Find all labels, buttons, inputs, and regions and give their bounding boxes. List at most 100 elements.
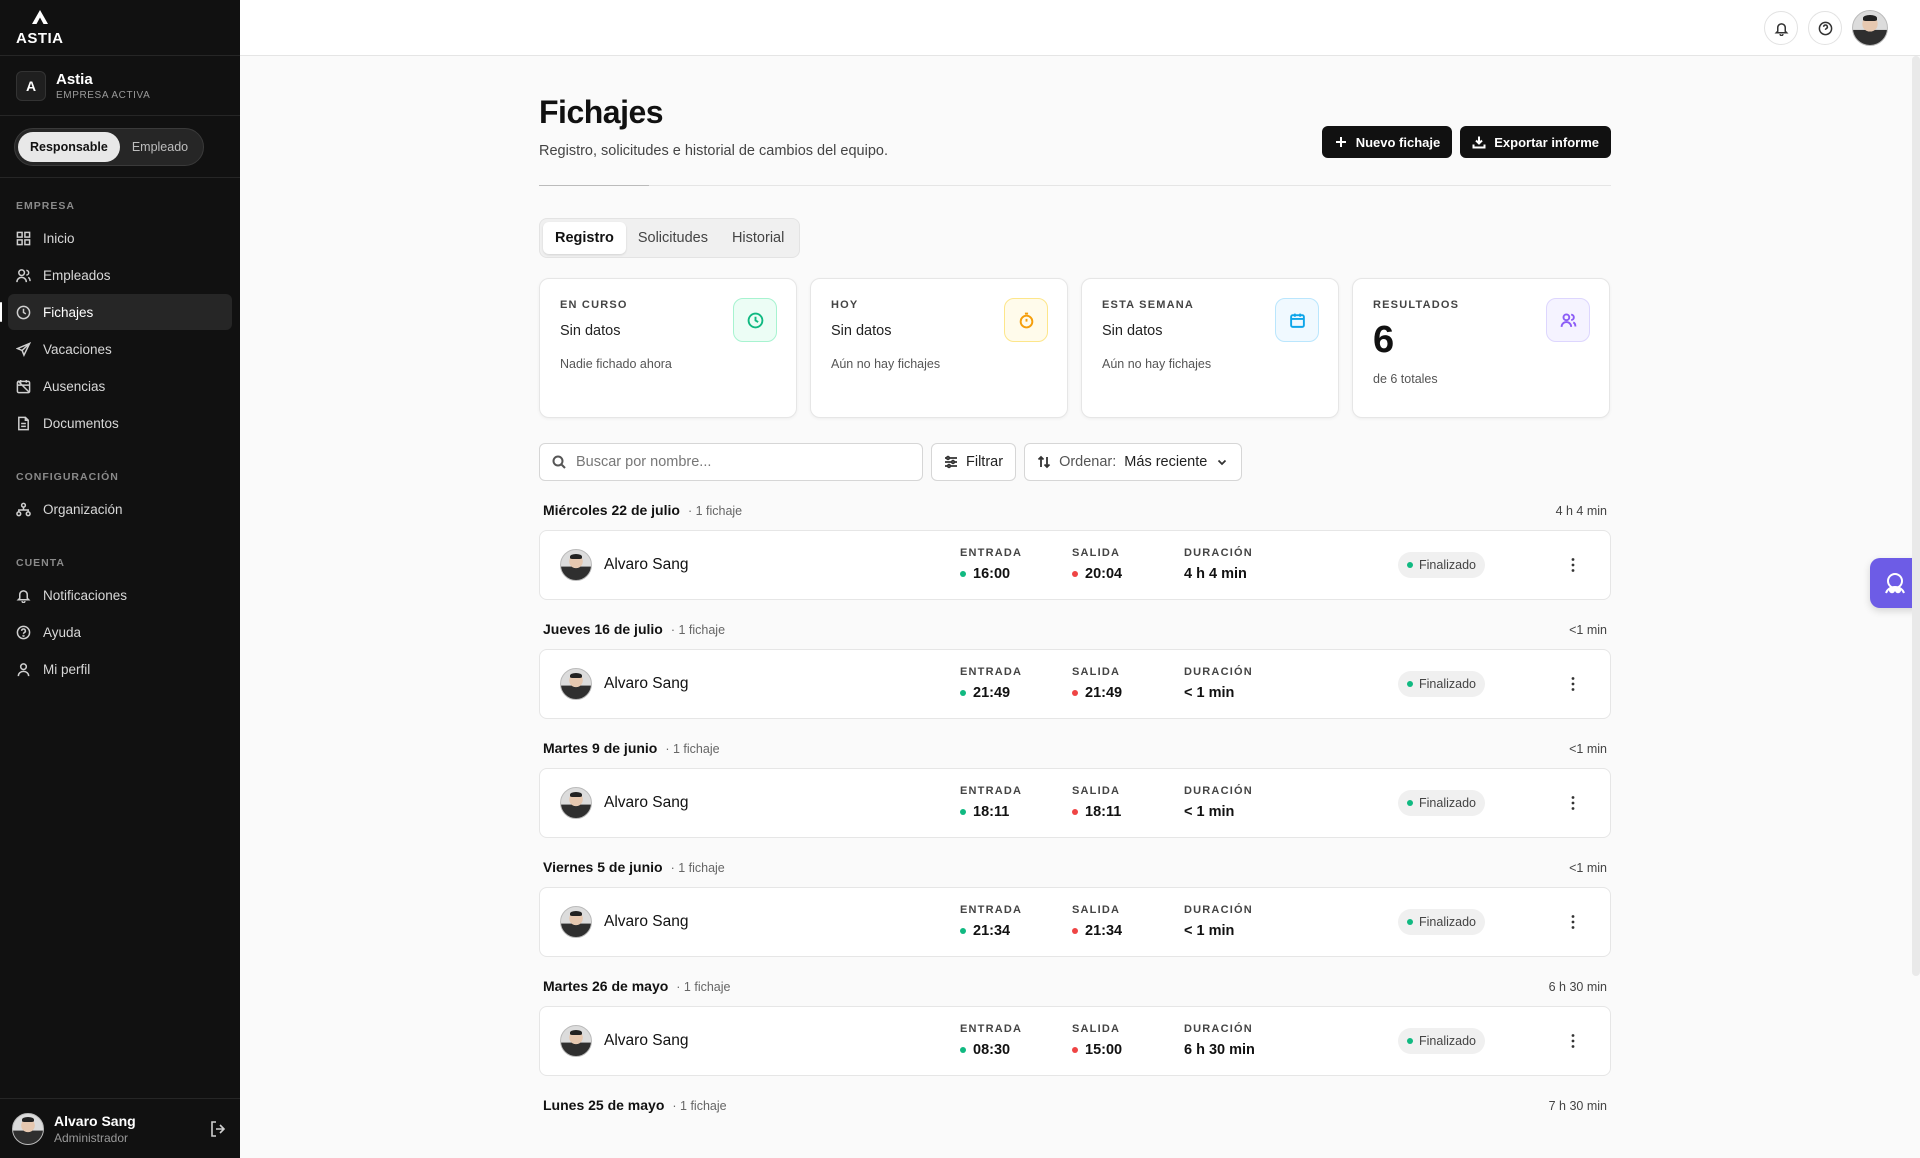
more-options-icon[interactable] xyxy=(1564,675,1582,693)
entry-duration-value: 4 h 4 min xyxy=(1184,566,1247,582)
more-options-icon[interactable] xyxy=(1564,1032,1582,1050)
sidebar-item-notificaciones[interactable]: Notificaciones xyxy=(8,577,232,613)
stat-card-resultados: RESULTADOS 6 de 6 totales xyxy=(1352,278,1610,418)
sidebar-item-organizacion[interactable]: Organización xyxy=(8,491,232,527)
sidebar-item-ausencias[interactable]: Ausencias xyxy=(8,368,232,404)
user-role: Administrador xyxy=(54,1130,129,1145)
download-icon xyxy=(1472,136,1486,149)
avatar xyxy=(560,787,592,819)
group-date: Viernes 5 de junio xyxy=(543,859,663,875)
status-badge: Finalizado xyxy=(1398,909,1485,935)
col-label: ENTRADA xyxy=(960,666,1023,678)
export-report-button[interactable]: Exportar informe xyxy=(1460,126,1611,158)
entry-in-value: 08:30 xyxy=(973,1042,1011,1058)
out-dot-icon xyxy=(1072,1047,1078,1053)
more-options-icon[interactable] xyxy=(1564,913,1582,931)
stat-card-hoy: HOY Sin datos Aún no hay fichajes xyxy=(810,278,1068,418)
stats-row: EN CURSO Sin datos Nadie fichado ahora H… xyxy=(539,278,1611,418)
brand-logo[interactable]: ASTIA xyxy=(0,0,240,56)
tab-registro[interactable]: Registro xyxy=(543,222,626,254)
entry-duration-value: < 1 min xyxy=(1184,923,1235,939)
status-label: Finalizado xyxy=(1419,558,1476,572)
sidebar-item-label: Empleados xyxy=(43,267,111,283)
table-row[interactable]: Alvaro Sang ENTRADA 16:00 SALIDA 20:04 D… xyxy=(539,530,1611,600)
group-header: Lunes 25 de mayo · 1 fichaje 7 h 30 min xyxy=(539,1097,1611,1115)
current-user[interactable]: Alvaro Sang Administrador xyxy=(0,1098,240,1158)
company-name: Astia xyxy=(56,70,93,88)
entry-duration: DURACIÓN 4 h 4 min xyxy=(1184,547,1253,582)
nav-section-cuenta: CUENTA xyxy=(16,557,65,569)
sort-select[interactable]: Ordenar: Más reciente xyxy=(1024,443,1243,481)
sidebar-item-mi-perfil[interactable]: Mi perfil xyxy=(8,651,232,687)
entry-out: SALIDA 21:34 xyxy=(1072,904,1122,939)
plus-icon xyxy=(1335,137,1346,147)
table-row[interactable]: Alvaro Sang ENTRADA 18:11 SALIDA 18:11 D… xyxy=(539,768,1611,838)
table-row[interactable]: Alvaro Sang ENTRADA 21:34 SALIDA 21:34 D… xyxy=(539,887,1611,957)
entry-in-value: 16:00 xyxy=(973,566,1011,582)
avatar xyxy=(560,549,592,581)
group-date: Martes 9 de junio xyxy=(543,740,658,756)
avatar xyxy=(12,1112,44,1145)
col-label: SALIDA xyxy=(1072,785,1121,797)
sidebar-item-fichajes[interactable]: Fichajes xyxy=(0,294,232,330)
role-empleado-button[interactable]: Empleado xyxy=(120,132,200,162)
sidebar-item-inicio[interactable]: Inicio xyxy=(8,220,232,256)
status-label: Finalizado xyxy=(1419,915,1476,929)
notifications-button[interactable] xyxy=(1764,11,1798,45)
group-header: Martes 26 de mayo · 1 fichaje 6 h 30 min xyxy=(539,978,1611,996)
group-total: 7 h 30 min xyxy=(1548,1099,1607,1113)
tab-solicitudes[interactable]: Solicitudes xyxy=(626,222,720,254)
company-switcher[interactable]: A Astia EMPRESA ACTIVA xyxy=(0,56,240,116)
document-icon xyxy=(18,416,29,430)
col-label: SALIDA xyxy=(1072,904,1121,916)
bell-icon xyxy=(16,589,31,603)
status-badge: Finalizado xyxy=(1398,1028,1485,1054)
status-dot-icon xyxy=(1407,800,1413,806)
stat-note: Aún no hay fichajes xyxy=(1102,357,1212,371)
help-button[interactable] xyxy=(1808,11,1842,45)
entry-in: ENTRADA 16:00 xyxy=(960,547,1022,582)
clock-icon xyxy=(16,305,31,319)
calendar-off-icon xyxy=(16,379,31,393)
col-label: ENTRADA xyxy=(960,1023,1023,1035)
bell-icon xyxy=(1774,22,1788,36)
sidebar-item-ayuda[interactable]: Ayuda xyxy=(8,614,232,650)
page-scrollbar[interactable] xyxy=(1912,56,1920,976)
col-label: SALIDA xyxy=(1072,666,1121,678)
sidebar-item-label: Notificaciones xyxy=(43,587,128,603)
filter-button[interactable]: Filtrar xyxy=(931,443,1017,481)
table-row[interactable]: Alvaro Sang ENTRADA 08:30 SALIDA 15:00 D… xyxy=(539,1006,1611,1076)
new-entry-button[interactable]: Nuevo fichaje xyxy=(1321,126,1453,158)
sidebar-item-vacaciones[interactable]: Vacaciones xyxy=(8,331,232,367)
group-header: Viernes 5 de junio · 1 fichaje <1 min xyxy=(539,859,1611,877)
main-content: Fichajes Registro, solicitudes e histori… xyxy=(539,56,1611,1115)
stat-note: Nadie fichado ahora xyxy=(560,357,672,371)
sort-value: Más reciente xyxy=(1124,454,1208,470)
group-header: Martes 9 de junio · 1 fichaje <1 min xyxy=(539,740,1611,758)
search-box xyxy=(539,443,923,481)
logout-icon[interactable] xyxy=(208,1119,228,1139)
more-options-icon[interactable] xyxy=(1564,794,1582,812)
sidebar-item-empleados[interactable]: Empleados xyxy=(8,257,232,293)
sidebar-item-documentos[interactable]: Documentos xyxy=(8,405,232,441)
help-icon xyxy=(16,625,31,639)
entry-in: ENTRADA 18:11 xyxy=(960,785,1022,820)
role-responsable-button[interactable]: Responsable xyxy=(18,131,120,162)
status-badge: Finalizado xyxy=(1398,671,1485,697)
profile-avatar-button[interactable] xyxy=(1852,10,1888,46)
sidebar-item-label: Ayuda xyxy=(43,624,82,640)
out-dot-icon xyxy=(1072,928,1078,934)
tab-historial[interactable]: Historial xyxy=(720,222,796,254)
entry-out-value: 15:00 xyxy=(1085,1042,1123,1058)
entry-out: SALIDA 15:00 xyxy=(1072,1023,1122,1058)
col-label: ENTRADA xyxy=(960,547,1023,559)
table-row[interactable]: Alvaro Sang ENTRADA 21:49 SALIDA 21:49 D… xyxy=(539,649,1611,719)
search-input[interactable] xyxy=(576,454,896,470)
sidebar-item-label: Ausencias xyxy=(43,378,106,394)
header-divider xyxy=(539,185,1611,186)
entries-list: Miércoles 22 de julio · 1 fichaje 4 h 4 m… xyxy=(539,502,1611,1115)
group-count: · 1 fichaje xyxy=(670,623,726,637)
group-total: 4 h 4 min xyxy=(1555,504,1607,518)
more-options-icon[interactable] xyxy=(1564,556,1582,574)
in-dot-icon xyxy=(960,928,966,934)
